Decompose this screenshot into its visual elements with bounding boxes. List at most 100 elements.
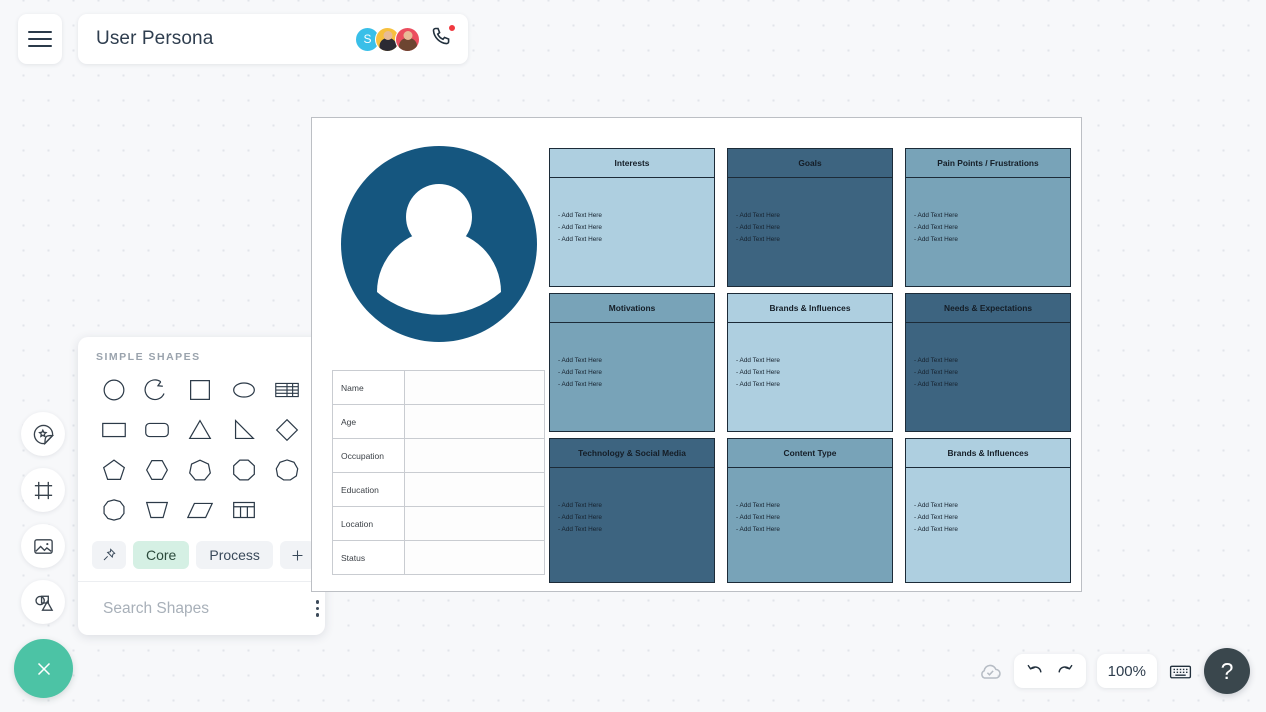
row-value[interactable]: [404, 540, 545, 575]
shapes-tool[interactable]: [21, 580, 65, 624]
card-body[interactable]: - Add Text Here - Add Text Here - Add Te…: [727, 468, 893, 583]
card-bullet: - Add Text Here: [914, 368, 958, 376]
shape-circle[interactable]: [92, 373, 135, 407]
avatar[interactable]: [395, 26, 420, 52]
shape-hexagon[interactable]: [135, 453, 178, 487]
card-body[interactable]: - Add Text Here - Add Text Here - Add Te…: [727, 178, 893, 287]
hamburger-menu-button[interactable]: [18, 14, 62, 64]
keyboard-shortcuts-button[interactable]: [1168, 654, 1193, 688]
tab-process[interactable]: Process: [196, 541, 273, 569]
table-row[interactable]: Location: [332, 506, 545, 541]
hamburger-menu-icon: [28, 26, 52, 51]
tab-add[interactable]: [279, 541, 315, 569]
card-body[interactable]: - Add Text Here - Add Text Here - Add Te…: [549, 468, 715, 583]
card-bullet: - Add Text Here: [558, 212, 602, 219]
image-tool[interactable]: [21, 524, 65, 568]
shape-decagon[interactable]: [92, 493, 135, 527]
tab-pinned[interactable]: [92, 541, 126, 569]
shape-pentagon[interactable]: [92, 453, 135, 487]
card-bullet: - Add Text Here: [558, 368, 602, 376]
shape-octagon[interactable]: [222, 453, 265, 487]
shape-table-striped[interactable]: [266, 373, 309, 407]
card-bullet: - Add Text Here: [736, 235, 780, 243]
shape-trapezoid[interactable]: [135, 493, 178, 527]
frame-tool[interactable]: [21, 468, 65, 512]
shape-heptagon[interactable]: [179, 453, 222, 487]
card-bullet: - Add Text Here: [736, 380, 780, 388]
card-body[interactable]: - Add Text Here - Add Text Here - Add Te…: [905, 178, 1071, 287]
table-row[interactable]: Education: [332, 472, 545, 507]
card-bullet: - Add Text Here: [914, 357, 958, 364]
close-panel-button[interactable]: [14, 639, 73, 698]
shapes-more-menu-button[interactable]: [312, 596, 323, 620]
persona-card[interactable]: Pain Points / Frustrations - Add Text He…: [905, 148, 1071, 287]
card-bullet: - Add Text Here: [914, 235, 958, 243]
shapes-grid-container: [78, 369, 325, 535]
persona-card[interactable]: Content Type - Add Text Here - Add Text …: [727, 438, 893, 583]
page-title[interactable]: User Persona: [96, 28, 355, 50]
card-body[interactable]: - Add Text Here - Add Text Here - Add Te…: [549, 323, 715, 432]
shape-arc[interactable]: [135, 373, 178, 407]
square-icon: [190, 380, 211, 400]
persona-card[interactable]: Brands & Influences - Add Text Here - Ad…: [727, 293, 893, 432]
shape-parallelogram[interactable]: [179, 493, 222, 527]
shape-nonagon[interactable]: [266, 453, 309, 487]
persona-card[interactable]: Goals - Add Text Here - Add Text Here - …: [727, 148, 893, 287]
shape-rectangle[interactable]: [92, 413, 135, 447]
shapes-icon: [34, 595, 53, 611]
row-value[interactable]: [404, 438, 545, 473]
row-value[interactable]: [404, 506, 545, 541]
card-title: Brands & Influences: [727, 293, 893, 323]
row-value[interactable]: [404, 472, 545, 507]
sticker-star-icon: [33, 424, 54, 445]
persona-card[interactable]: Needs & Expectations - Add Text Here - A…: [905, 293, 1071, 432]
persona-card[interactable]: Interests - Add Text Here - Add Text Her…: [549, 148, 715, 287]
trapezoid-icon: [145, 501, 169, 519]
card-bullet: - Add Text Here: [736, 223, 780, 231]
rectangle-icon: [101, 422, 126, 438]
close-x-icon: [37, 662, 50, 675]
help-button[interactable]: ?: [1204, 648, 1250, 694]
row-value[interactable]: [404, 404, 545, 439]
card-bullet: - Add Text Here: [914, 223, 958, 231]
shape-right-triangle[interactable]: [222, 413, 265, 447]
table-striped-icon: [275, 382, 300, 398]
redo-button[interactable]: [1055, 661, 1075, 681]
shape-diamond[interactable]: [266, 413, 309, 447]
shape-table-grid[interactable]: [222, 493, 265, 527]
table-row[interactable]: Occupation: [332, 438, 545, 473]
shapes-tabs: Core Process: [78, 535, 325, 581]
persona-avatar[interactable]: [339, 144, 539, 349]
row-label: Education: [332, 472, 405, 507]
table-grid-icon: [232, 501, 255, 519]
right-triangle-icon: [234, 419, 255, 440]
circle-icon: [103, 379, 125, 401]
table-row[interactable]: Name: [332, 370, 545, 405]
zoom-control[interactable]: 100%: [1096, 654, 1157, 688]
shapes-grid: [78, 369, 325, 529]
card-body[interactable]: - Add Text Here - Add Text Here - Add Te…: [905, 323, 1071, 432]
parallelogram-icon: [187, 502, 214, 519]
persona-card[interactable]: Brands & Influences - Add Text Here - Ad…: [905, 438, 1071, 583]
row-value[interactable]: [404, 370, 545, 405]
persona-card[interactable]: Technology & Social Media - Add Text Her…: [549, 438, 715, 583]
table-row[interactable]: Status: [332, 540, 545, 575]
card-body[interactable]: - Add Text Here - Add Text Here - Add Te…: [905, 468, 1071, 583]
document-title-bar: User Persona S: [78, 14, 468, 64]
shapes-panel: SIMPLE SHAPES Core Process Search Shapes: [78, 337, 325, 635]
table-row[interactable]: Age: [332, 404, 545, 439]
shape-square[interactable]: [179, 373, 222, 407]
undo-button[interactable]: [1025, 661, 1045, 681]
card-body[interactable]: - Add Text Here - Add Text Here - Add Te…: [727, 323, 893, 432]
row-label: Name: [332, 370, 405, 405]
shape-ellipse[interactable]: [222, 373, 265, 407]
shape-triangle[interactable]: [179, 413, 222, 447]
search-input[interactable]: [103, 599, 303, 618]
tab-core[interactable]: Core: [133, 541, 190, 569]
card-title: Pain Points / Frustrations: [905, 148, 1071, 178]
card-body[interactable]: - Add Text Here - Add Text Here - Add Te…: [549, 178, 715, 287]
shape-rounded-rectangle[interactable]: [135, 413, 178, 447]
persona-card[interactable]: Motivations - Add Text Here - Add Text H…: [549, 293, 715, 432]
sticker-tool[interactable]: [21, 412, 65, 456]
phone-call-button[interactable]: [430, 23, 456, 54]
